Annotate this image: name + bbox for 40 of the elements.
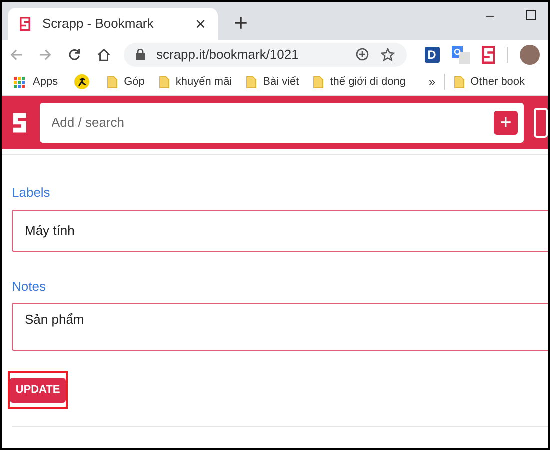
new-tab-button[interactable]: + xyxy=(234,12,248,36)
home-icon[interactable] xyxy=(97,48,112,62)
folder-icon xyxy=(246,76,258,88)
star-icon[interactable] xyxy=(380,48,395,62)
more-bookmarks-button[interactable]: » xyxy=(428,73,436,91)
favicon-icon xyxy=(20,17,30,31)
folder-icon xyxy=(107,76,118,88)
field-label: Labels xyxy=(12,184,52,202)
folder-bookmark[interactable]: khuyến mãi xyxy=(154,74,238,90)
add-circle-icon[interactable] xyxy=(356,48,369,61)
side-button[interactable] xyxy=(534,108,548,138)
other-bookmarks[interactable]: Other book xyxy=(448,74,530,90)
folder-bookmark[interactable]: Bài viết xyxy=(241,74,304,90)
close-tab-button[interactable]: × xyxy=(195,15,206,33)
tab-title: Scrapp - Bookmark xyxy=(42,15,155,34)
running-figure-icon[interactable] xyxy=(74,74,90,90)
update-button[interactable]: UPDATE xyxy=(10,378,66,402)
browser-tab[interactable]: Scrapp - Bookmark × xyxy=(8,8,218,40)
search-field[interactable]: Add / search + xyxy=(40,102,524,142)
translate-icon[interactable] xyxy=(452,46,470,64)
url-text: scrapp.it/bookmark/1021 xyxy=(156,46,300,64)
labels-field[interactable]: Máy tính xyxy=(12,210,548,252)
folder-icon xyxy=(454,76,465,88)
logo-icon xyxy=(482,46,496,64)
notes-field[interactable]: Sản phẩm xyxy=(12,303,548,351)
address-bar[interactable]: scrapp.it/bookmark/1021 xyxy=(124,42,407,66)
folder-icon xyxy=(313,76,324,88)
apps-bookmark[interactable]: Apps xyxy=(10,74,62,90)
lock-icon xyxy=(136,49,144,60)
folder-icon xyxy=(158,76,170,88)
field-label: Notes xyxy=(12,278,47,296)
folder-bookmark[interactable]: thế giới di dong xyxy=(308,74,411,90)
profile-avatar[interactable] xyxy=(520,44,540,64)
folder-bookmark[interactable]: Góp xyxy=(102,74,150,90)
add-button[interactable]: + xyxy=(494,110,518,134)
reload-icon[interactable] xyxy=(68,48,82,62)
apps-grid-icon xyxy=(14,76,25,88)
extension-icon[interactable]: D xyxy=(424,46,440,62)
maximize-button[interactable] xyxy=(526,10,536,20)
minimize-button[interactable]: – xyxy=(486,8,494,22)
